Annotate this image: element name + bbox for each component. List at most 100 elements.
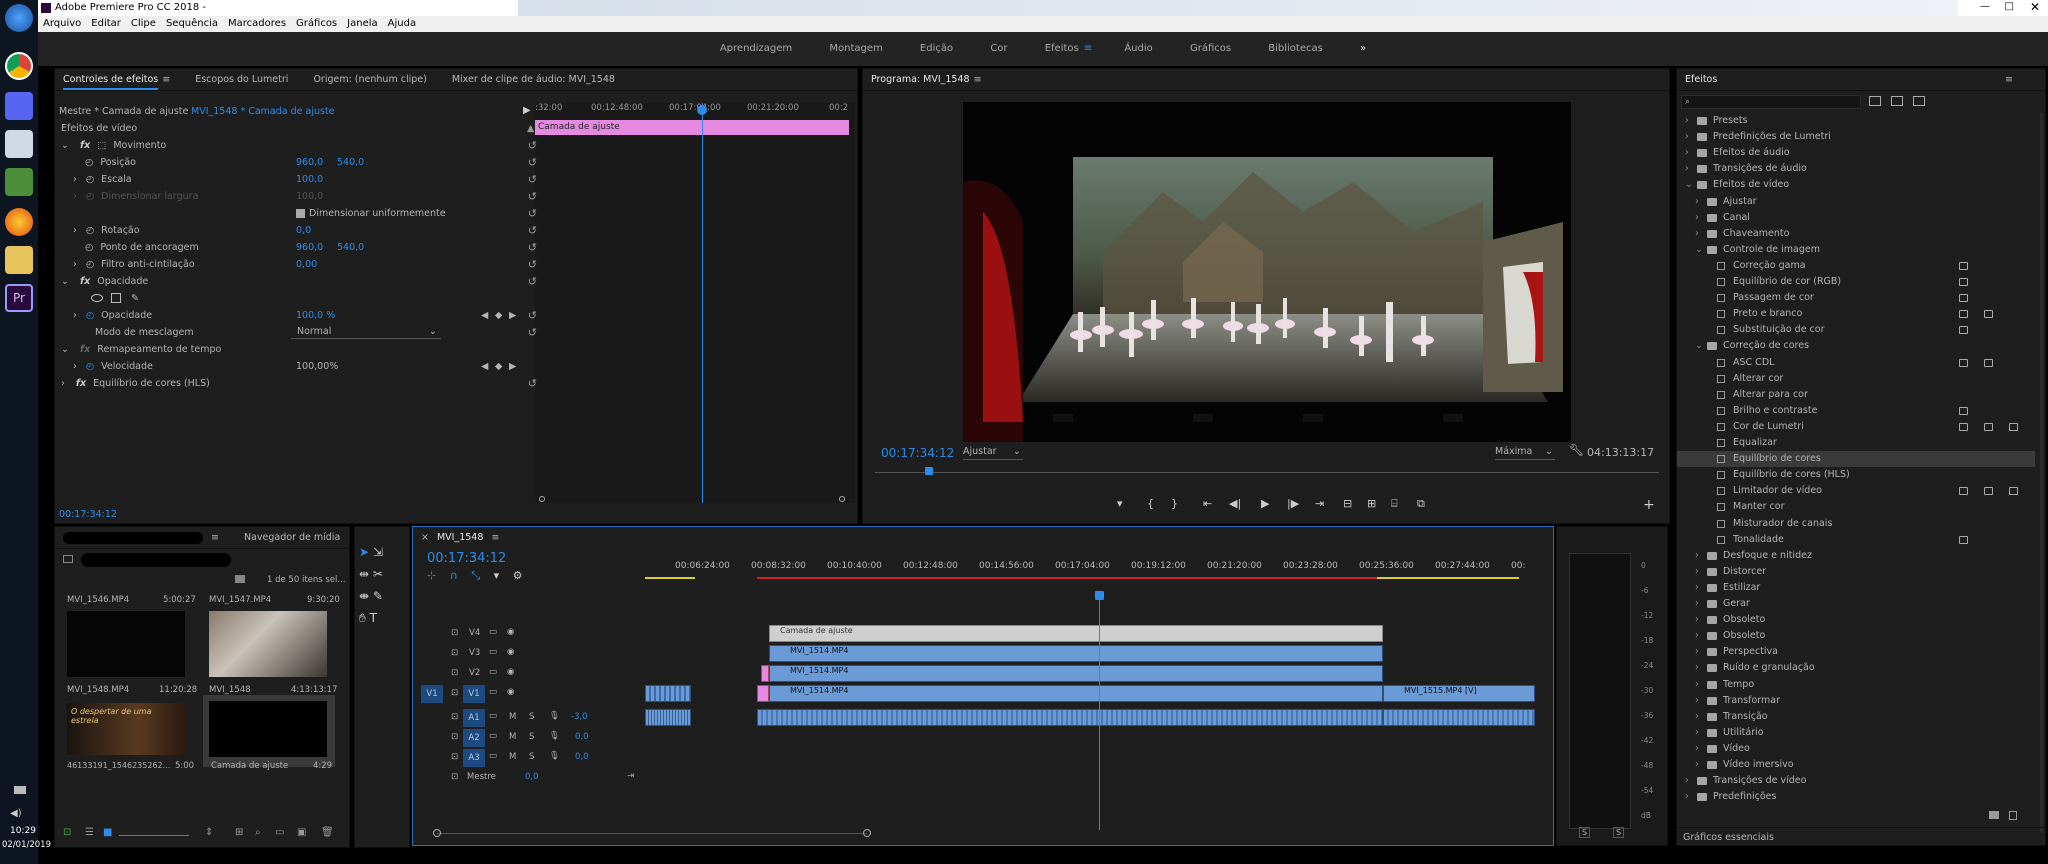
effects-folder[interactable]: › Gerar xyxy=(1677,596,2035,612)
reset-icon[interactable]: ↺ xyxy=(528,189,537,204)
expand-icon[interactable]: › xyxy=(1695,628,1699,644)
expand-icon[interactable]: ⌄ xyxy=(61,344,69,355)
track-name[interactable]: A1 xyxy=(463,709,485,727)
expand-icon[interactable]: ⌄ xyxy=(1685,177,1693,193)
effects-folder[interactable]: › Utilitário xyxy=(1677,725,2035,741)
sync-icon[interactable]: ▭ xyxy=(489,731,497,741)
expand-icon[interactable]: ⌄ xyxy=(1695,242,1703,258)
panel-menu-icon[interactable]: ≡ xyxy=(974,74,982,85)
project-thumb-adjustment[interactable] xyxy=(203,695,335,767)
keyframe-prev-icon[interactable]: ◀ xyxy=(481,308,488,323)
effects-folder[interactable]: › Obsoleto xyxy=(1677,628,2035,644)
program-scrubber[interactable] xyxy=(875,472,1659,473)
ws-aprendizagem[interactable]: Aprendizagem xyxy=(720,32,792,66)
slip-tool-icon[interactable]: ⇼ ✎ xyxy=(359,585,383,607)
folder-icon[interactable] xyxy=(5,246,33,274)
ws-montagem[interactable]: Montagem xyxy=(829,32,882,66)
stopwatch-icon[interactable]: ◴ xyxy=(85,157,93,168)
effect-item[interactable]: ASC CDL xyxy=(1677,355,2035,371)
go-to-end-icon[interactable]: ⇥ xyxy=(627,771,634,781)
new-bin-icon[interactable] xyxy=(1989,811,1999,819)
project-search-input[interactable] xyxy=(81,553,231,567)
effects-folder[interactable]: › Transformar xyxy=(1677,693,2035,709)
meter-solo-right[interactable]: S xyxy=(1613,827,1625,838)
panel-menu-icon[interactable]: ≡ xyxy=(162,74,170,85)
expand-icon[interactable]: › xyxy=(73,225,77,236)
clip-v2-pink[interactable] xyxy=(761,665,769,682)
clip-v1-start[interactable] xyxy=(645,685,691,702)
ec-scroll-right[interactable] xyxy=(839,496,845,502)
reset-icon[interactable]: ↺ xyxy=(528,206,537,221)
automate-icon[interactable]: ⊞ xyxy=(235,827,243,838)
effects-folder[interactable]: › Canal xyxy=(1677,210,2035,226)
lock-icon[interactable]: ⊡ xyxy=(63,827,71,838)
expand-icon[interactable]: › xyxy=(73,310,77,321)
firefox-icon[interactable] xyxy=(5,208,33,236)
razor-icon[interactable]: ✂︎ xyxy=(373,567,383,581)
timeline-playhead[interactable] xyxy=(1099,595,1100,830)
lock-icon[interactable]: ⊡ xyxy=(451,772,458,782)
snap-icon[interactable]: ∩ xyxy=(450,569,458,582)
expand-icon[interactable]: › xyxy=(1695,741,1699,757)
ws-graficos[interactable]: Gráficos xyxy=(1190,32,1231,66)
stopwatch-icon[interactable]: ◴ xyxy=(85,242,93,253)
add-marker-icon[interactable]: ▾ xyxy=(1117,497,1123,510)
effect-item[interactable]: Tonalidade xyxy=(1677,532,2035,548)
reset-icon[interactable]: ↺ xyxy=(528,172,537,187)
project-search-icon[interactable] xyxy=(63,555,73,563)
lock-icon[interactable]: ⊡ xyxy=(451,712,458,722)
menu-arquivo[interactable]: Arquivo xyxy=(38,16,86,29)
ec-row-motion[interactable]: ⌄ fx ⬚ Movimento ↺ xyxy=(61,138,537,153)
expand-icon[interactable]: › xyxy=(73,361,77,372)
ec-row-opacity-group[interactable]: ⌄ fx Opacidade ↺ xyxy=(61,274,537,289)
tab-source[interactable]: Origem: (nenhum clipe) xyxy=(313,74,426,85)
reset-icon[interactable]: ↺ xyxy=(528,155,537,170)
type-tool-icon[interactable]: T xyxy=(370,611,377,625)
microphone-icon[interactable]: 🎙︎ xyxy=(549,731,560,741)
lock-icon[interactable]: ⊡ xyxy=(451,668,458,678)
ws-more-icon[interactable]: » xyxy=(1360,32,1366,66)
expand-icon[interactable]: › xyxy=(1685,789,1689,805)
lock-icon[interactable]: ⊡ xyxy=(451,752,458,762)
reset-icon[interactable]: ↺ xyxy=(528,376,537,391)
expand-icon[interactable]: › xyxy=(1685,113,1689,129)
effects-folder[interactable]: › Ruído e granulação xyxy=(1677,660,2035,676)
track-volume[interactable]: -3,0 xyxy=(571,712,588,722)
menu-clipe[interactable]: Clipe xyxy=(126,16,161,29)
mark-out-icon[interactable]: } xyxy=(1171,497,1178,510)
expand-icon[interactable]: › xyxy=(73,174,77,185)
sort-icon[interactable]: ⇕ xyxy=(205,827,213,838)
effects-folder[interactable]: ⌄ Efeitos de vídeo xyxy=(1677,177,2035,193)
discord-icon[interactable] xyxy=(5,92,33,120)
stopwatch-icon[interactable]: ◴ xyxy=(86,225,94,236)
project-thumb-mvi1548[interactable] xyxy=(209,611,327,677)
maximize-button[interactable]: □ xyxy=(2005,1,2014,12)
eye-icon[interactable]: ◉ xyxy=(507,627,514,637)
tab-effect-controls[interactable]: Controles de efeitos xyxy=(63,74,159,90)
effect-item[interactable]: Equalizar xyxy=(1677,435,2035,451)
menu-graficos[interactable]: Gráficos xyxy=(291,16,342,29)
sync-icon[interactable]: ▭ xyxy=(489,627,497,637)
lock-icon[interactable]: ⊡ xyxy=(451,628,458,638)
solo-button[interactable]: S xyxy=(529,732,534,742)
expand-icon[interactable]: › xyxy=(1695,580,1699,596)
ec-clip-bar[interactable]: Camada de ajuste xyxy=(535,120,849,135)
clip-v3[interactable]: MVI_1514.MP4 xyxy=(769,645,1383,662)
expand-icon[interactable]: › xyxy=(1695,709,1699,725)
expand-icon[interactable]: › xyxy=(1695,548,1699,564)
ec-row-color-balance-hls[interactable]: › fx Equilíbrio de cores (HLS) ↺ xyxy=(61,376,537,391)
effects-folder[interactable]: › Predefinições xyxy=(1677,789,2035,805)
expand-icon[interactable]: › xyxy=(73,259,77,270)
volume-icon[interactable]: ◀) xyxy=(10,808,22,819)
expand-icon[interactable]: › xyxy=(1695,725,1699,741)
solo-button[interactable]: S xyxy=(529,712,534,722)
program-video-frame[interactable] xyxy=(963,102,1571,442)
monitor-icon[interactable] xyxy=(5,168,33,196)
effects-folder[interactable]: › Presets xyxy=(1677,113,2035,129)
audio-clip-a1-start[interactable] xyxy=(645,709,691,726)
reset-icon[interactable]: ↺ xyxy=(528,257,537,272)
reset-icon[interactable]: ↺ xyxy=(528,308,537,323)
add-button-icon[interactable]: + xyxy=(1643,497,1655,513)
nest-icon[interactable]: ⊹ xyxy=(427,569,436,582)
step-back-icon[interactable]: ◀| xyxy=(1229,497,1241,510)
